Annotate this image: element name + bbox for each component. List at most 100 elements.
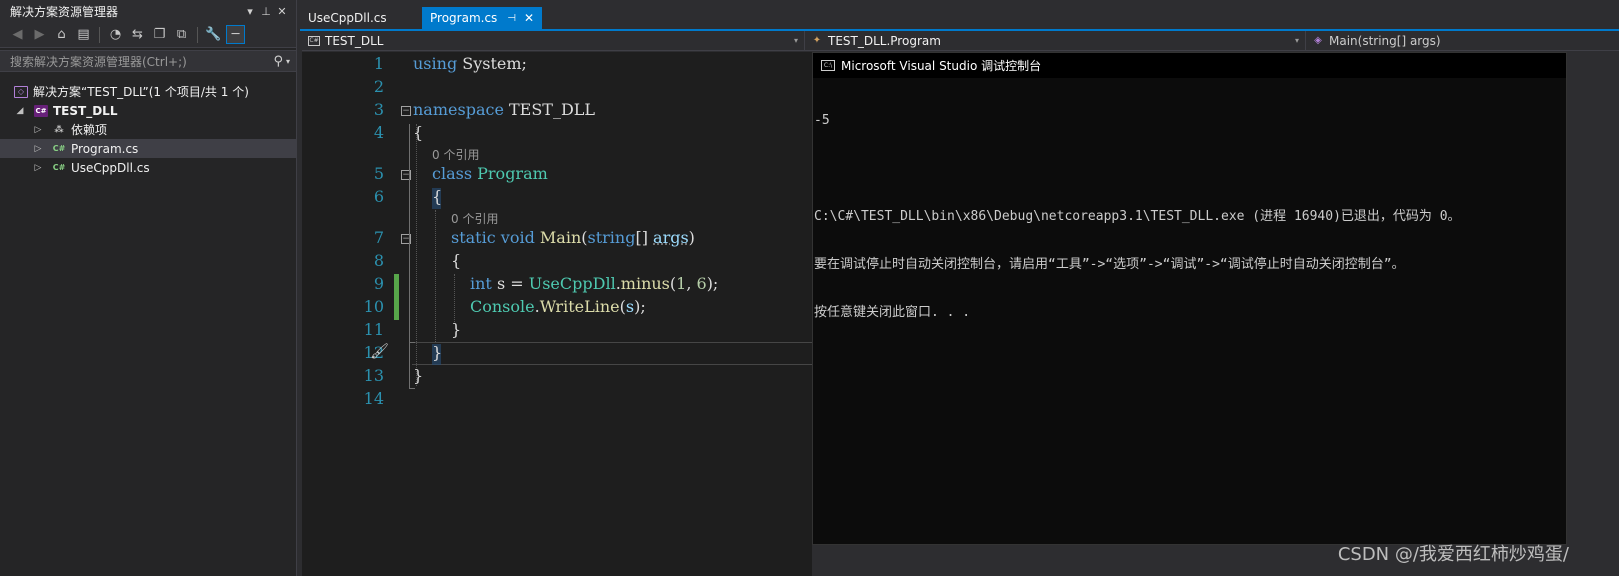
line-number: 3 (373, 100, 384, 119)
tree-item-label: TEST_DLL (53, 103, 118, 118)
solution-explorer-title: 解决方案资源管理器 (10, 4, 119, 19)
console-title-bar[interactable]: C:\ Microsoft Visual Studio 调试控制台 (813, 53, 1566, 78)
switch-views-icon[interactable]: ▤ (74, 25, 93, 44)
csharp-project-icon: C# (308, 35, 320, 46)
tree-item-dependencies[interactable]: ▷ ⁂ 依赖项 (0, 120, 296, 139)
pending-changes-icon[interactable]: ◔ (106, 25, 125, 44)
code-text: , (686, 274, 697, 293)
tree-item-project[interactable]: ◢ C# TEST_DLL (0, 101, 296, 120)
code-line-1[interactable]: using System; (413, 54, 527, 73)
close-tab-icon[interactable]: ✕ (524, 11, 534, 25)
number-literal: 1 (676, 274, 687, 293)
project-dropdown[interactable]: C# TEST_DLL ▾ (302, 31, 805, 50)
quick-actions-screwdriver-icon[interactable]: 🖌 (370, 342, 389, 360)
collapsed-arrow-icon[interactable]: ▷ (32, 125, 44, 135)
navigation-bar: C# TEST_DLL ▾ ✦ TEST_DLL.Program ▾ ◈ Mai… (302, 31, 1619, 51)
code-line-13[interactable]: } (413, 366, 423, 385)
keyword: using (413, 54, 458, 73)
keyword: void (500, 228, 535, 247)
current-line-highlight (412, 342, 812, 365)
tab-usecppdll[interactable]: UseCppDll.cs (300, 7, 422, 29)
solution-search-box[interactable]: 搜索解决方案资源管理器(Ctrl+;) ⚲ ▾ (0, 50, 296, 72)
expanded-arrow-icon[interactable]: ◢ (14, 106, 26, 116)
pin-icon[interactable]: ⊥ (258, 5, 274, 18)
type-name: UseCppDll (528, 274, 616, 293)
type-name: Program (477, 164, 548, 183)
watermark-text: CSDN @/我爱西红柿炒鸡蛋/ (1337, 544, 1569, 565)
search-icon[interactable]: ⚲ (273, 54, 283, 69)
line-number: 8 (373, 251, 384, 270)
code-line-12[interactable]: } (432, 343, 442, 362)
tree-item-label: 解决方案“TEST_DLL”(1 个项目/共 1 个) (33, 85, 249, 99)
toolbar-separator (197, 26, 198, 43)
search-input[interactable]: 搜索解决方案资源管理器(Ctrl+;) (10, 53, 273, 70)
properties-wrench-icon[interactable]: 🔧 (204, 25, 223, 44)
code-text: [] (635, 228, 654, 247)
collapse-icon[interactable]: − (401, 106, 411, 116)
home-icon[interactable]: ⌂ (52, 25, 71, 44)
tree-item-label: Program.cs (71, 141, 139, 156)
reference-count-codelens[interactable]: 0 个引用 (451, 210, 498, 227)
code-text: ); (634, 297, 646, 316)
code-text: ) (688, 228, 695, 247)
dependencies-icon: ⁂ (54, 124, 64, 135)
member-dropdown[interactable]: ◈ Main(string[] args) (1306, 31, 1619, 50)
preview-selected-icon[interactable]: ─ (226, 25, 245, 44)
line-number: 14 (363, 389, 384, 408)
console-line: 要在调试停止时自动关闭控制台，请启用“工具”->“选项”->“调试”->“调试停… (814, 257, 1405, 272)
line-number: 4 (373, 123, 384, 142)
type-name: Console (470, 297, 535, 316)
class-dropdown-label: TEST_DLL.Program (828, 33, 941, 48)
dropdown-icon[interactable]: ▾ (242, 5, 258, 18)
debug-console-window[interactable]: C:\ Microsoft Visual Studio 调试控制台 -5 C:\… (812, 52, 1567, 545)
code-line-11[interactable]: } (451, 320, 461, 339)
class-dropdown[interactable]: ✦ TEST_DLL.Program ▾ (805, 31, 1306, 50)
console-title: Microsoft Visual Studio 调试控制台 (841, 59, 1042, 73)
line-number: 6 (373, 187, 384, 206)
indent-guide (416, 124, 417, 386)
code-text: TEST_DLL (503, 100, 596, 119)
tree-item-usecppdll-cs[interactable]: ▷ C# UseCppDll.cs (0, 158, 296, 177)
code-line-7[interactable]: static void Main(string[] args) (451, 228, 695, 247)
code-line-6[interactable]: { (432, 187, 442, 206)
search-options-icon[interactable]: ▾ (286, 57, 290, 66)
keyword: string (587, 228, 636, 247)
fold-region-end (409, 342, 415, 343)
reference-count-codelens[interactable]: 0 个引用 (432, 146, 479, 163)
indent-guide (454, 274, 455, 322)
tree-item-label: UseCppDll.cs (71, 160, 150, 175)
parameter-name: s (625, 297, 635, 316)
chevron-down-icon: ▾ (1294, 36, 1299, 45)
collapse-all-icon[interactable]: ❐ (150, 25, 169, 44)
show-all-files-icon[interactable]: ⧉ (172, 25, 191, 44)
code-line-10[interactable]: Console.WriteLine(s); (470, 297, 646, 316)
back-icon[interactable]: ◀ (8, 25, 27, 44)
fold-region-line (409, 124, 410, 388)
forward-icon[interactable]: ▶ (30, 25, 49, 44)
code-text: s = (491, 274, 529, 293)
code-line-3[interactable]: namespace TEST_DLL (413, 100, 595, 119)
keyword: namespace (413, 100, 504, 119)
tab-program[interactable]: Program.cs ⊣ ✕ (422, 7, 543, 29)
pin-icon[interactable]: ⊣ (507, 13, 516, 24)
tree-item-program-cs[interactable]: ▷ C# Program.cs (0, 139, 296, 158)
code-line-4[interactable]: { (413, 123, 423, 142)
fold-region-end (409, 388, 415, 389)
code-line-5[interactable]: class Program (432, 164, 548, 183)
code-line-8[interactable]: { (451, 251, 461, 270)
line-number: 13 (363, 366, 384, 385)
collapsed-arrow-icon[interactable]: ▷ (32, 163, 44, 173)
code-line-9[interactable]: int s = UseCppDll.minus(1, 6); (470, 274, 718, 293)
solution-icon: ◇ (14, 85, 28, 98)
close-icon[interactable]: ✕ (274, 5, 290, 18)
tree-item-solution[interactable]: ◇ 解决方案“TEST_DLL”(1 个项目/共 1 个) (0, 82, 296, 101)
member-dropdown-label: Main(string[] args) (1329, 33, 1441, 48)
tab-label: UseCppDll.cs (308, 11, 387, 25)
sync-icon[interactable]: ⇆ (128, 25, 147, 44)
code-editor[interactable]: 1 2 3 4 5 6 7 8 9 10 11 12 13 14 🖌 − − −… (302, 52, 812, 576)
line-number: 7 (373, 228, 384, 247)
console-app-icon: C:\ (821, 60, 835, 71)
collapsed-arrow-icon[interactable]: ▷ (32, 144, 44, 154)
csharp-file-icon: C# (52, 144, 66, 153)
